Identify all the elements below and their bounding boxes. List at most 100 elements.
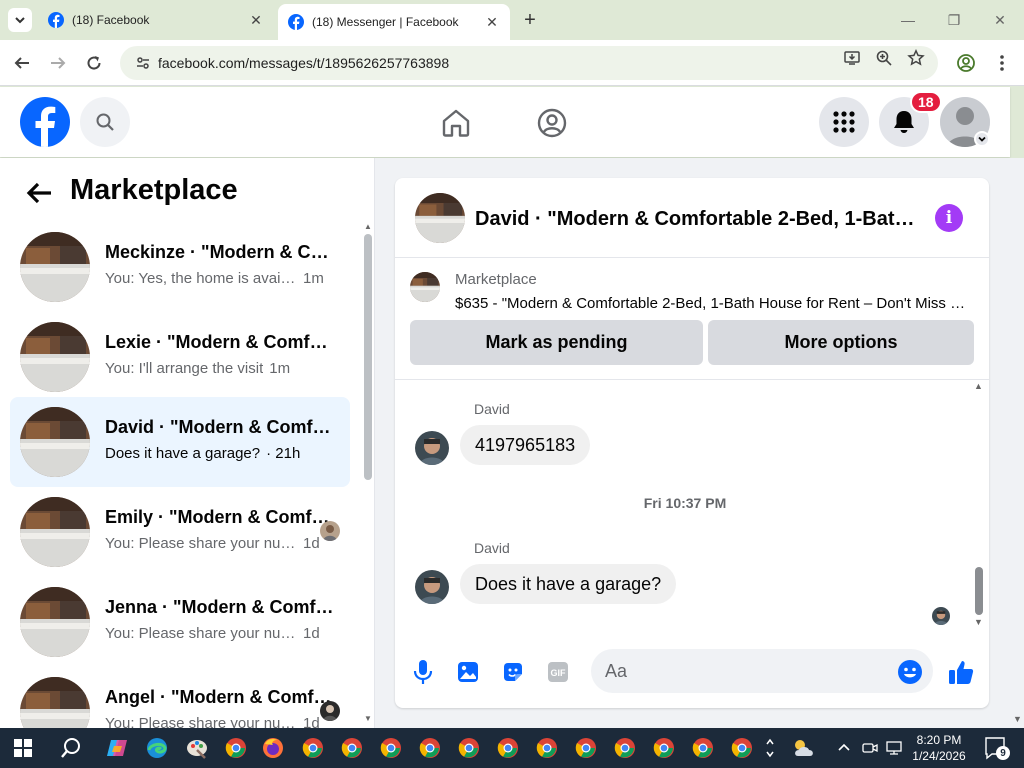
conversation-preview: You: Please share your number (105, 535, 297, 552)
network-icon[interactable] (882, 733, 906, 763)
chrome-profile-icon[interactable] (532, 733, 562, 763)
meet-now-icon[interactable] (858, 733, 882, 763)
restore-icon[interactable]: ❐ (940, 8, 968, 32)
address-bar[interactable]: facebook.com/messages/t/1895626257763898 (120, 46, 938, 80)
listing-thumbnail[interactable] (410, 272, 440, 302)
browser-tab-messenger[interactable]: (18) Messenger | Facebook ✕ (278, 4, 510, 40)
chevron-up-icon[interactable] (832, 733, 856, 763)
site-info-icon[interactable] (130, 55, 156, 71)
conversation-time: 1m (303, 270, 324, 287)
conversation-item[interactable]: Angel · "Modern & Comfortable 2-Bed, 1-B… (10, 667, 350, 728)
microphone-icon[interactable] (408, 657, 438, 687)
minimize-icon[interactable]: — (894, 8, 922, 32)
scroll-up-icon[interactable]: ▲ (364, 222, 372, 231)
menu-grid-button[interactable] (819, 97, 869, 147)
scroll-down-icon[interactable]: ▼ (364, 714, 372, 723)
chrome-profile-icon[interactable] (376, 733, 406, 763)
message-bubble[interactable]: 4197965183 (460, 425, 591, 465)
chrome-profile-icon[interactable] (649, 733, 679, 763)
chrome-profile-icon[interactable] (415, 733, 445, 763)
taskbar-overflow-icon[interactable] (760, 733, 780, 763)
photo-icon[interactable] (453, 657, 483, 687)
sticker-icon[interactable] (498, 657, 528, 687)
info-icon[interactable]: i (935, 204, 963, 232)
browser-tab-facebook[interactable]: (18) Facebook ✕ (38, 4, 274, 36)
seen-avatar (320, 701, 340, 721)
account-caret-icon[interactable] (974, 131, 990, 147)
back-button[interactable] (24, 178, 54, 208)
chrome-profile-icon[interactable] (454, 733, 484, 763)
listing-thumbnail (20, 497, 90, 567)
install-app-icon[interactable] (842, 48, 862, 68)
scroll-down-icon[interactable]: ▼ (1013, 714, 1022, 724)
profile-nav-button[interactable] (534, 105, 570, 141)
edge-browser-icon[interactable] (142, 733, 172, 763)
tab-search-button[interactable] (8, 8, 32, 32)
scroll-down-icon[interactable]: ▼ (974, 617, 983, 627)
search-icon[interactable] (56, 733, 86, 763)
conversation-item[interactable]: Lexie · "Modern & Comfortable 2-Bed, 1-B… (10, 312, 350, 402)
scroll-up-icon[interactable]: ▲ (974, 381, 983, 391)
home-nav-button[interactable] (438, 105, 474, 141)
conversation-sidebar: Marketplace Meckinze · "Modern & Comfort… (0, 158, 375, 728)
listing-label: Marketplace (455, 271, 537, 288)
conversation-item[interactable]: Meckinze · "Modern & Comfortable 2-Bed, … (10, 222, 350, 312)
chrome-profile-icon[interactable] (571, 733, 601, 763)
conversation-item[interactable]: Emily · "Modern & Comfortable 2-Bed, 1-B… (10, 487, 350, 577)
firefox-icon[interactable] (258, 733, 288, 763)
listing-description[interactable]: $635 - "Modern & Comfortable 2-Bed, 1-Ba… (455, 295, 970, 312)
forward-arrow-icon[interactable] (46, 51, 70, 75)
scrollbar-thumb[interactable] (975, 567, 983, 615)
zoom-icon[interactable] (874, 48, 894, 68)
taskbar-notification-count: 9 (996, 746, 1010, 760)
chrome-icon[interactable] (221, 733, 251, 763)
message-input[interactable] (605, 649, 885, 693)
message-bubble[interactable]: Does it have a garage? (460, 564, 677, 604)
taskbar-clock[interactable]: 8:20 PM 1/24/2026 (906, 732, 972, 764)
sender-avatar[interactable] (415, 570, 449, 604)
notification-center-icon[interactable]: 9 (984, 736, 1010, 760)
profile-account-icon[interactable] (954, 51, 978, 75)
weather-icon[interactable] (788, 733, 818, 763)
bookmark-star-icon[interactable] (906, 48, 926, 68)
tab-title: (18) Messenger | Facebook (312, 15, 459, 29)
sender-avatar[interactable] (415, 431, 449, 465)
conversation-item[interactable]: Jenna · "Modern & Comfortable 2-Bed, 1-B… (10, 577, 350, 667)
tab-close-icon[interactable]: ✕ (484, 14, 500, 30)
messages-scrollbar[interactable]: ▲ ▼ (973, 381, 985, 631)
page-scrollbar[interactable]: ▼ (1010, 158, 1024, 728)
chrome-profile-icon[interactable] (337, 733, 367, 763)
chat-title[interactable]: David · "Modern & Comfortable 2-Bed, 1-B… (475, 208, 915, 231)
browser-menu-icon[interactable] (990, 51, 1014, 75)
reload-icon[interactable] (82, 51, 106, 75)
gif-icon[interactable]: GIF (543, 657, 573, 687)
chat-listing-avatar[interactable] (415, 193, 465, 243)
windows-start-icon[interactable] (8, 733, 38, 763)
chrome-profile-icon[interactable] (298, 733, 328, 763)
windows-taskbar: 8:20 PM 1/24/2026 9 (0, 728, 1024, 768)
facebook-search-button[interactable] (80, 97, 130, 147)
mark-as-pending-button[interactable]: Mark as pending (410, 320, 703, 365)
close-window-icon[interactable]: ✕ (986, 8, 1014, 32)
thumbs-up-icon[interactable] (946, 657, 976, 687)
scrollbar-thumb[interactable] (364, 234, 372, 480)
chrome-profile-icon[interactable] (727, 733, 757, 763)
read-receipt-avatar (932, 607, 950, 625)
chrome-profile-icon[interactable] (610, 733, 640, 763)
more-options-button[interactable]: More options (708, 320, 974, 365)
conversation-item-selected[interactable]: David · "Modern & Comfortable 2-Bed, 1-B… (10, 397, 350, 487)
user-circle-icon (537, 108, 567, 138)
facebook-logo-icon[interactable] (20, 97, 70, 147)
seen-avatar (320, 521, 340, 541)
new-tab-plus-icon[interactable]: + (518, 9, 542, 31)
sidebar-scrollbar[interactable]: ▲ ▼ (362, 222, 374, 728)
copilot-icon[interactable] (102, 733, 132, 763)
emoji-icon[interactable] (897, 659, 923, 685)
conversation-name: Angel · "Modern & Comfortable 2-Bed, 1-B… (105, 687, 335, 707)
back-arrow-icon[interactable] (10, 51, 34, 75)
chrome-profile-icon[interactable] (688, 733, 718, 763)
paint-app-icon[interactable] (182, 733, 212, 763)
tab-close-icon[interactable]: ✕ (248, 12, 264, 28)
chrome-profile-icon[interactable] (493, 733, 523, 763)
message-input-container (591, 649, 933, 693)
